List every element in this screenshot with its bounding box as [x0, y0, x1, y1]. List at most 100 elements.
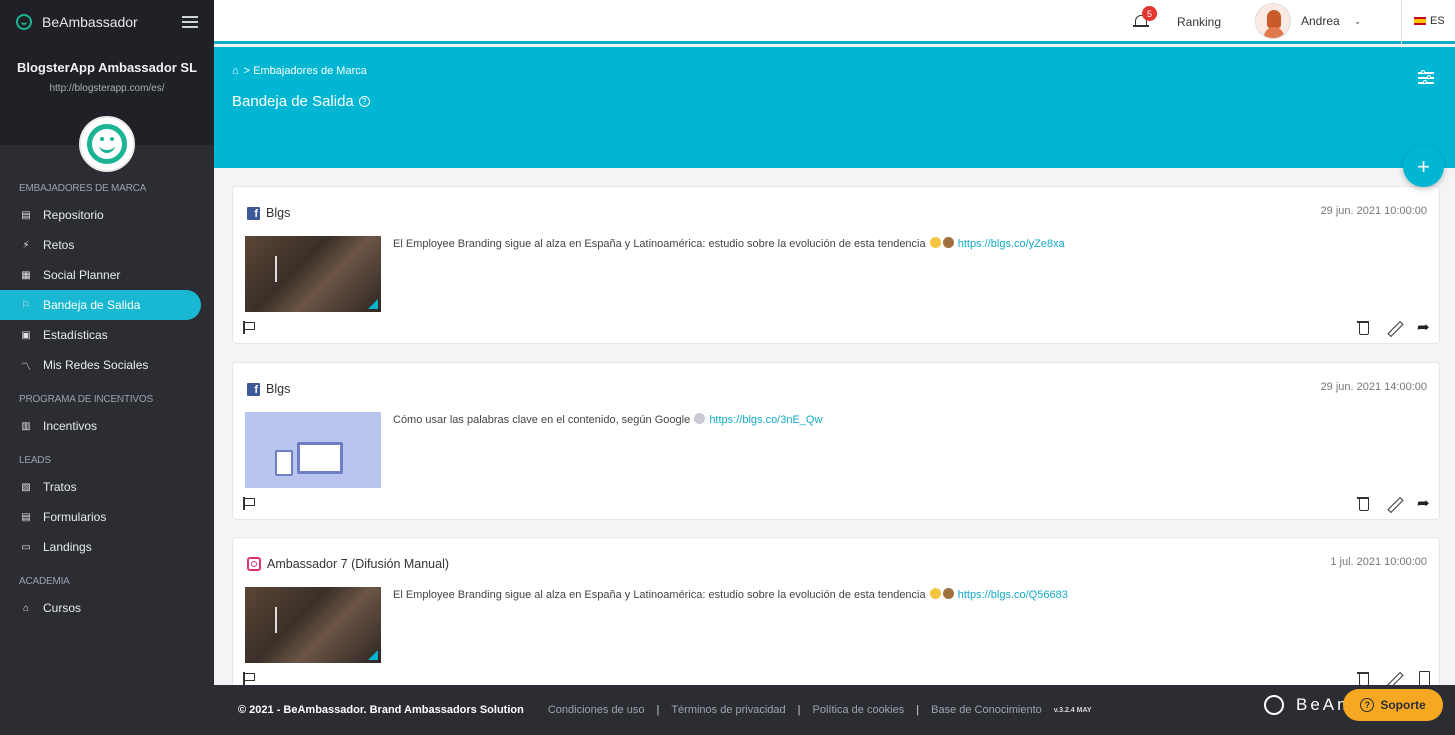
- company-url[interactable]: http://blogsterapp.com/es/: [10, 83, 204, 94]
- sidebar-nav: EMBAJADORES DE MARCA ▤ Repositorio ⚡Retos▦S…: [0, 145, 214, 623]
- sidebar-section-title: PROGRAMA DE INCENTIVOS: [0, 394, 214, 405]
- delete-icon[interactable]: [1357, 496, 1371, 512]
- beambassador-logo-icon: [16, 14, 32, 30]
- instagram-icon: [247, 557, 261, 571]
- footer-link-knowledge-base[interactable]: Base de Conocimiento: [931, 704, 1042, 716]
- divider: [1401, 0, 1402, 44]
- breadcrumb: ⌂ > Embajadores de Marca: [232, 65, 367, 77]
- filter-settings-icon[interactable]: [1418, 71, 1434, 85]
- sidebar-item-tratos[interactable]: ▧Tratos: [0, 472, 201, 502]
- post-link[interactable]: https://blgs.co/yZe8xa: [958, 238, 1065, 250]
- home-icon[interactable]: ⌂: [232, 65, 239, 77]
- sidebar-item-label: Formularios: [43, 510, 106, 524]
- app-name: BeAmbassador: [42, 14, 182, 30]
- sidebar-item-estad-sticas[interactable]: ▣Estadísticas: [0, 320, 201, 350]
- user-menu[interactable]: Andrea ⌄: [1255, 2, 1361, 40]
- edit-icon[interactable]: [1387, 320, 1401, 336]
- sidebar: BeAmbassador BlogsterApp Ambassador SL h…: [0, 0, 214, 735]
- post-text: El Employee Branding sigue al alza en Es…: [393, 237, 1065, 250]
- language-selector[interactable]: ES: [1414, 15, 1445, 27]
- sidebar-item-landings[interactable]: ▭ Landings: [0, 532, 201, 562]
- post-link[interactable]: https://blgs.co/Q56683: [958, 589, 1068, 601]
- notifications-badge[interactable]: 5: [1142, 6, 1157, 21]
- sidebar-item-bandeja-de-salida[interactable]: ⚐ Bandeja de Salida: [0, 290, 201, 320]
- share-icon[interactable]: ➦: [1417, 320, 1431, 336]
- ranking-link[interactable]: Ranking: [1177, 15, 1221, 29]
- footer-link-cookies[interactable]: Política de cookies: [813, 704, 905, 716]
- breadcrumb-item[interactable]: > Embajadores de Marca: [244, 65, 367, 77]
- repository-icon: ▤: [20, 210, 32, 221]
- sidebar-item-cursos[interactable]: ⌂ Cursos: [0, 593, 201, 623]
- footer-separator: |: [798, 704, 801, 716]
- emoji-icon: [943, 588, 954, 599]
- company-block: BlogsterApp Ambassador SL http://blogste…: [0, 44, 214, 145]
- sidebar-section-title: LEADS: [0, 455, 214, 466]
- page-header: ⌂ > Embajadores de Marca Bandeja de Sali…: [214, 47, 1455, 168]
- post-network: Ambassador 7 (Difusión Manual): [247, 557, 449, 571]
- sidebar-item-label: Landings: [43, 540, 92, 554]
- post-date: 29 jun. 2021 14:00:00: [1321, 381, 1427, 393]
- emoji-icon: [930, 588, 941, 599]
- post-text: Cómo usar las palabras clave en el conte…: [393, 413, 822, 426]
- post-thumbnail[interactable]: [245, 587, 381, 663]
- graduation-cap-icon: ⌂: [20, 603, 32, 614]
- post-thumbnail[interactable]: [245, 412, 381, 488]
- footer-link-privacy[interactable]: Términos de privacidad: [671, 704, 785, 716]
- menu-toggle-icon[interactable]: [182, 16, 198, 28]
- post-text-body: El Employee Branding sigue al alza en Es…: [393, 238, 926, 250]
- sidebar-item-retos[interactable]: ⚡Retos: [0, 230, 201, 260]
- sidebar-header: BeAmbassador: [0, 0, 214, 44]
- edit-icon[interactable]: [1387, 496, 1401, 512]
- post-network: f Blgs: [247, 382, 290, 396]
- sidebar-item-label: Cursos: [43, 601, 81, 615]
- post-account: Ambassador 7 (Difusión Manual): [267, 557, 449, 571]
- sidebar-section-title: EMBAJADORES DE MARCA: [0, 183, 214, 194]
- sidebar-item-social-planner[interactable]: ▦Social Planner: [0, 260, 201, 290]
- sidebar-item-label: Social Planner: [43, 268, 120, 282]
- post-account: Blgs: [266, 382, 290, 396]
- sidebar-item-label: Repositorio: [43, 208, 104, 222]
- flag-icon: ⚐: [20, 300, 32, 311]
- question-icon: ?: [1360, 698, 1374, 712]
- flag-icon[interactable]: [243, 497, 255, 510]
- trend-icon: 〽: [20, 358, 32, 373]
- support-button[interactable]: ? Soporte: [1343, 689, 1443, 721]
- post-account: Blgs: [266, 206, 290, 220]
- post-text-body: El Employee Branding sigue al alza en Es…: [393, 589, 926, 601]
- sidebar-item-mis-redes-sociales[interactable]: 〽 Mis Redes Sociales: [0, 350, 201, 380]
- beambassador-logo-icon: [1264, 695, 1284, 715]
- facebook-icon: f: [247, 207, 260, 220]
- sidebar-item-repositorio[interactable]: ▤ Repositorio: [0, 200, 201, 230]
- delete-icon[interactable]: [1357, 320, 1371, 336]
- flag-icon[interactable]: [243, 672, 255, 685]
- sidebar-section-title: ACADEMIA: [0, 576, 214, 587]
- outbox-post-card: f Blgs 29 jun. 2021 14:00:00 Cómo usar la…: [232, 362, 1440, 520]
- emoji-icon: [930, 237, 941, 248]
- lightning-icon: ⚡: [20, 240, 32, 251]
- user-avatar: [1255, 3, 1291, 39]
- footer-separator: |: [916, 704, 919, 716]
- facebook-icon: f: [247, 383, 260, 396]
- help-icon[interactable]: ?: [359, 96, 370, 107]
- post-link[interactable]: https://blgs.co/3nE_Qw: [709, 414, 822, 426]
- sidebar-item-formularios[interactable]: ▤Formularios: [0, 502, 201, 532]
- language-label: ES: [1430, 15, 1445, 27]
- stats-icon: ▣: [20, 330, 32, 341]
- flag-icon[interactable]: [243, 321, 255, 334]
- rocket-emoji-icon: [694, 413, 705, 424]
- sidebar-item-label: Bandeja de Salida: [43, 298, 140, 312]
- post-actions: ➦: [1341, 320, 1431, 336]
- post-date: 1 jul. 2021 10:00:00: [1330, 556, 1427, 568]
- sidebar-item-label: Mis Redes Sociales: [43, 358, 148, 372]
- add-post-button[interactable]: +: [1403, 146, 1444, 187]
- share-icon[interactable]: ➦: [1417, 496, 1431, 512]
- post-actions: ➦: [1341, 496, 1431, 512]
- landing-icon: ▭: [20, 542, 32, 553]
- footer-link-terms[interactable]: Condiciones de uso: [548, 704, 645, 716]
- topbar: 5 Ranking Andrea ⌄ ES: [214, 0, 1455, 44]
- post-thumbnail[interactable]: [245, 236, 381, 312]
- sidebar-item-incentivos[interactable]: ▥Incentivos: [0, 411, 201, 441]
- post-text: El Employee Branding sigue al alza en Es…: [393, 588, 1068, 601]
- incentives-icon: ▥: [20, 421, 32, 432]
- spain-flag-icon: [1414, 17, 1426, 25]
